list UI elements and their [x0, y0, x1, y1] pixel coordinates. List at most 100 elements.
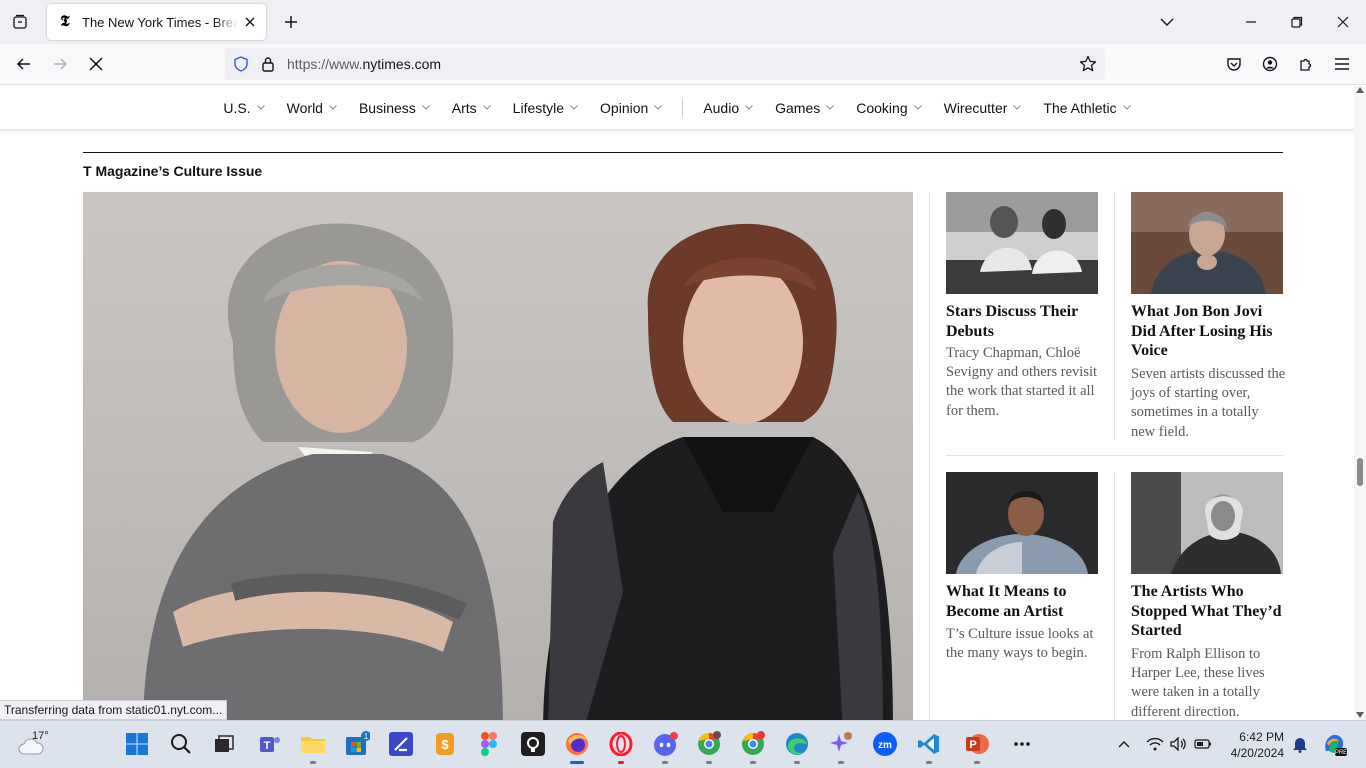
card-image-become-artist[interactable]	[946, 472, 1098, 574]
more-apps-icon[interactable]	[1008, 730, 1036, 758]
edge-icon[interactable]	[783, 730, 811, 758]
weather-temp: 17°	[32, 730, 49, 742]
extensions-icon[interactable]	[1294, 52, 1318, 76]
copilot-sparkle-icon[interactable]	[827, 730, 855, 758]
svg-text:T: T	[264, 740, 271, 752]
url-text[interactable]: https://www.nytimes.com	[287, 56, 441, 72]
file-explorer-icon[interactable]	[299, 730, 327, 758]
tracking-protection-shield-icon[interactable]	[233, 56, 249, 72]
lock-icon[interactable]	[261, 56, 275, 72]
windows-start-icon[interactable]	[123, 730, 151, 758]
url-host: nytimes.com	[362, 56, 442, 72]
search-icon[interactable]	[167, 730, 195, 758]
microsoft-store-icon[interactable]: 1	[343, 730, 371, 758]
new-tab-icon[interactable]	[280, 11, 302, 33]
battery-icon[interactable]	[1189, 730, 1217, 758]
running-indicator	[310, 761, 316, 764]
chevron-up-icon[interactable]	[1110, 730, 1138, 758]
chevron-down-icon	[329, 105, 337, 110]
teams-icon[interactable]: T	[256, 730, 284, 758]
chevron-down-icon	[256, 105, 265, 110]
running-indicator	[926, 761, 932, 764]
nav-item-label: Lifestyle	[512, 99, 565, 116]
section-kicker[interactable]: T Magazine’s Culture Issue	[83, 163, 262, 179]
active-tab[interactable]: 𝕿 The New York Times - Breaking News, US…	[47, 4, 266, 40]
notification-bell-icon[interactable]	[1286, 730, 1314, 758]
card-summary: T’s Culture issue looks at the many ways…	[946, 626, 1094, 662]
nav-item-cooking[interactable]: Cooking	[856, 99, 922, 116]
vscode-icon[interactable]	[915, 730, 943, 758]
close-window-icon[interactable]	[1331, 10, 1355, 34]
nav-item-world[interactable]: World	[287, 100, 337, 116]
zoom-icon[interactable]: zm	[871, 730, 899, 758]
app-icon-orange-s[interactable]: $	[431, 730, 459, 758]
figma-icon[interactable]	[475, 730, 503, 758]
card-headline[interactable]: The Artists Who Stopped What They’d Star…	[1131, 582, 1283, 641]
nav-item-us[interactable]: U.S.	[223, 100, 265, 116]
scroll-up-arrow-icon[interactable]	[1356, 87, 1364, 93]
github-icon[interactable]	[519, 730, 547, 758]
chrome-profile-2-icon[interactable]	[739, 730, 767, 758]
page-scrollbar[interactable]	[1354, 86, 1366, 720]
nav-item-opinion[interactable]: Opinion	[600, 100, 663, 116]
hero-photo[interactable]	[83, 192, 913, 720]
nav-item-lifestyle[interactable]: Lifestyle	[513, 100, 578, 116]
running-indicator	[974, 761, 980, 764]
nav-item-audio[interactable]: Audio	[703, 100, 753, 116]
chevron-down-icon	[913, 105, 922, 110]
nav-item-business[interactable]: Business	[359, 100, 430, 116]
pocket-icon[interactable]	[1222, 52, 1246, 76]
section-rule	[83, 152, 1283, 153]
bookmark-star-icon[interactable]	[1079, 55, 1097, 73]
active-app-indicator	[570, 761, 584, 764]
card-image-bon-jovi[interactable]	[1131, 192, 1283, 294]
running-indicator	[618, 761, 624, 764]
card-image-stars-debuts[interactable]	[946, 192, 1098, 294]
card-headline[interactable]: Stars Discuss Their Debuts	[946, 302, 1098, 341]
nav-item-label: The Athletic	[1043, 99, 1117, 116]
nav-item-label: Cooking	[856, 99, 908, 116]
scroll-down-arrow-icon[interactable]	[1356, 712, 1364, 718]
discord-icon[interactable]	[651, 730, 679, 758]
app-icon-blue-z[interactable]	[387, 730, 415, 758]
chevron-down-icon	[421, 105, 430, 110]
chevron-down-icon	[570, 105, 578, 110]
app-menu-icon[interactable]	[1330, 52, 1354, 76]
firefox-icon[interactable]	[563, 730, 591, 758]
tab-overview-icon[interactable]	[8, 10, 32, 34]
copilot-pre-icon[interactable]: PRE	[1320, 730, 1348, 758]
address-bar[interactable]: https://www.nytimes.com	[225, 48, 1105, 80]
minimize-icon[interactable]	[1239, 10, 1263, 34]
volume-icon[interactable]	[1164, 730, 1192, 758]
chrome-profile-1-icon[interactable]	[695, 730, 723, 758]
restore-icon[interactable]	[1285, 10, 1309, 34]
nav-item-arts[interactable]: Arts	[452, 100, 491, 116]
chevron-down-icon	[1122, 105, 1131, 110]
column-divider	[929, 192, 930, 720]
forward-arrow-icon[interactable]	[48, 52, 72, 76]
close-tab-icon[interactable]	[242, 14, 258, 30]
back-arrow-icon[interactable]	[12, 52, 36, 76]
powerpoint-icon[interactable]: P	[963, 730, 991, 758]
tab-title: The New York Times - Breaking News, US N…	[82, 14, 238, 30]
nav-item-wirecutter[interactable]: Wirecutter	[944, 100, 1022, 116]
card-headline[interactable]: What It Means to Become an Artist	[946, 582, 1098, 621]
opera-icon[interactable]	[607, 730, 635, 758]
nav-item-the-athletic[interactable]: The Athletic	[1043, 99, 1131, 116]
running-indicator	[706, 761, 712, 764]
weather-widget[interactable]: 17°	[18, 730, 58, 760]
clock-time: 6:42 PM	[1239, 730, 1284, 744]
task-view-icon[interactable]	[210, 730, 238, 758]
nav-item-games[interactable]: Games	[775, 99, 835, 116]
store-badge: 1	[364, 732, 369, 741]
card-headline[interactable]: What Jon Bon Jovi Did After Losing His V…	[1131, 302, 1283, 361]
card-divider	[1114, 192, 1115, 440]
system-clock[interactable]: 6:42 PM 4/20/2024	[1228, 729, 1284, 761]
svg-text:P: P	[969, 739, 976, 751]
card-image-stopped-started[interactable]	[1131, 472, 1283, 574]
scrollbar-thumb[interactable]	[1357, 458, 1363, 486]
stop-loading-icon[interactable]	[84, 52, 108, 76]
account-icon[interactable]	[1258, 52, 1282, 76]
nav-item-label: Games	[775, 99, 821, 116]
list-all-tabs-icon[interactable]	[1155, 10, 1179, 34]
